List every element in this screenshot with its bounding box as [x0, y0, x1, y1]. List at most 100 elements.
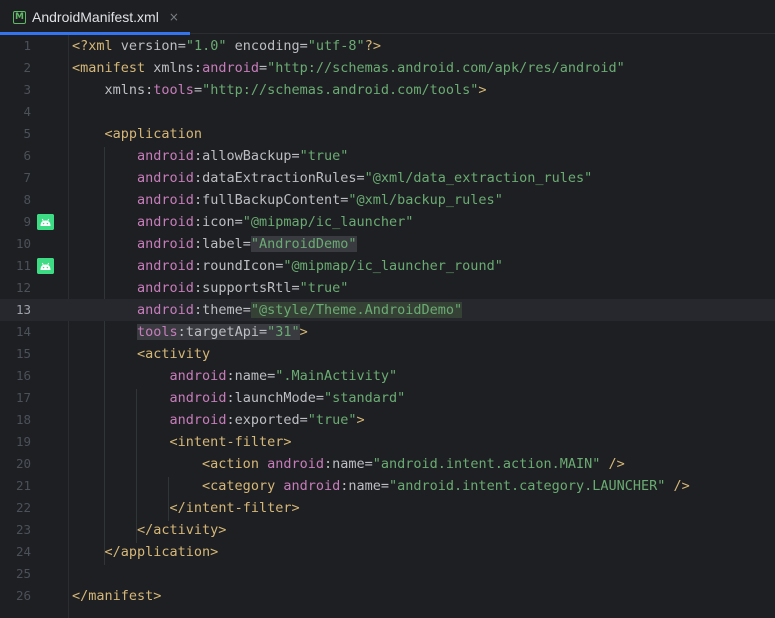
code-token: icon — [202, 214, 235, 230]
code-token: <action — [202, 456, 268, 472]
code-line[interactable]: 21 <category android:name="android.inten… — [0, 475, 775, 497]
code-line[interactable]: 24 </application> — [0, 541, 775, 563]
code-token: launchMode — [234, 390, 316, 406]
code-token: android — [137, 170, 194, 186]
code-token: = — [291, 148, 300, 164]
code-text: </manifest> — [72, 585, 161, 607]
code-token: "1.0" — [185, 38, 227, 54]
line-number: 12 — [15, 280, 31, 295]
code-line[interactable]: 26 </manifest> — [0, 585, 775, 607]
code-line[interactable]: 16 android:name=".MainActivity" — [0, 365, 775, 387]
code-token: name — [332, 456, 365, 472]
code-line[interactable]: 1 <?xml version="1.0" encoding="utf-8"?> — [0, 35, 775, 57]
code-token: <activity — [137, 346, 211, 362]
code-line[interactable]: 23 </activity> — [0, 519, 775, 541]
code-line[interactable]: 18 android:exported="true"> — [0, 409, 775, 431]
code-token: /> — [665, 478, 690, 494]
code-line[interactable]: 2 <manifest xmlns:android="http://schemas… — [0, 57, 775, 79]
code-token: : — [193, 214, 203, 230]
code-line[interactable]: 8 android:fullBackupContent="@xml/backup… — [0, 189, 775, 211]
code-token: targetApi — [185, 324, 259, 340]
code-line[interactable]: 9 android:icon="@mipmap/ic_launcher" — [0, 211, 775, 233]
code-line[interactable]: 22 </intent-filter> — [0, 497, 775, 519]
code-token: : — [193, 148, 203, 164]
code-token: tools — [153, 82, 194, 98]
code-token: android — [137, 258, 194, 274]
android-icon[interactable] — [37, 258, 54, 274]
code-text: <category android:name="android.intent.c… — [72, 475, 690, 497]
code-token: dataExtractionRules — [202, 170, 357, 186]
code-token: > — [356, 412, 365, 428]
code-text: android:launchMode="standard" — [72, 387, 406, 409]
line-number: 21 — [15, 478, 31, 493]
code-token: : — [193, 258, 203, 274]
code-line[interactable]: 17 android:launchMode="standard" — [0, 387, 775, 409]
code-line[interactable]: 19 <intent-filter> — [0, 431, 775, 453]
line-number: 25 — [15, 566, 31, 581]
code-line[interactable]: 7 android:dataExtractionRules="@xml/data… — [0, 167, 775, 189]
code-line[interactable]: 25 — [0, 563, 775, 585]
code-text: <application — [72, 123, 203, 145]
code-token: "android.intent.category.LAUNCHER" — [389, 478, 666, 494]
code-line[interactable]: 13 android:theme="@style/Theme.AndroidDe… — [0, 299, 775, 321]
android-icon[interactable] — [37, 214, 54, 230]
code-token: > — [478, 82, 487, 98]
code-line[interactable]: 10 android:label="AndroidDemo" — [0, 233, 775, 255]
code-line[interactable]: 4 — [0, 101, 775, 123]
tab-androidmanifest[interactable]: M AndroidManifest.xml × — [0, 0, 190, 35]
code-token: "@style/Theme.AndroidDemo" — [250, 302, 463, 318]
code-token: label — [202, 236, 243, 252]
code-line[interactable]: 14 tools:targetApi="31"> — [0, 321, 775, 343]
code-token: > — [299, 324, 308, 340]
code-token: </application> — [104, 544, 219, 560]
code-line[interactable]: 20 <action android:name="android.intent.… — [0, 453, 775, 475]
code-token: = — [380, 478, 390, 494]
code-token: ?> — [364, 38, 381, 54]
line-number: 20 — [15, 456, 31, 471]
code-token: allowBackup — [202, 148, 292, 164]
line-number: 18 — [15, 412, 31, 427]
code-token: : — [193, 236, 203, 252]
code-text: android:roundIcon="@mipmap/ic_launcher_r… — [72, 255, 503, 277]
code-token: <?xml — [72, 38, 121, 54]
code-editor[interactable]: 1 <?xml version="1.0" encoding="utf-8"?> 2… — [0, 35, 775, 618]
code-token: "@mipmap/ic_launcher_round" — [283, 258, 503, 274]
code-token: : — [193, 280, 203, 296]
code-token: </manifest> — [72, 588, 162, 604]
code-token: exported — [234, 412, 300, 428]
line-number: 15 — [15, 346, 31, 361]
code-line[interactable]: 11 android:roundIcon="@mipmap/ic_launche… — [0, 255, 775, 277]
code-text: android:theme="@style/Theme.AndroidDemo" — [72, 299, 463, 321]
code-line[interactable]: 5 <application — [0, 123, 775, 145]
code-line[interactable]: 3 xmlns:tools="http://schemas.android.co… — [0, 79, 775, 101]
code-text: </activity> — [72, 519, 226, 541]
code-token: "31" — [267, 324, 300, 340]
close-icon[interactable]: × — [169, 10, 179, 24]
line-number: 23 — [15, 522, 31, 537]
code-line[interactable]: 6 android:allowBackup="true" — [0, 145, 775, 167]
code-token: name — [348, 478, 381, 494]
code-text: <manifest xmlns:android="http://schemas.… — [72, 57, 625, 79]
code-line[interactable]: 15 <activity — [0, 343, 775, 365]
code-token: <manifest — [72, 60, 154, 76]
code-token: "AndroidDemo" — [250, 236, 357, 252]
code-token: = — [193, 82, 203, 98]
code-token: "@mipmap/ic_launcher" — [242, 214, 414, 230]
line-number: 5 — [23, 126, 31, 141]
line-number: 10 — [15, 236, 31, 251]
code-text: android:exported="true"> — [72, 409, 365, 431]
line-number: 2 — [23, 60, 31, 75]
code-token: : — [193, 60, 203, 76]
code-token: "http://schemas.android.com/tools" — [202, 82, 479, 98]
code-text: <?xml version="1.0" encoding="utf-8"?> — [72, 35, 381, 57]
code-line[interactable]: 12 android:supportsRtl="true" — [0, 277, 775, 299]
